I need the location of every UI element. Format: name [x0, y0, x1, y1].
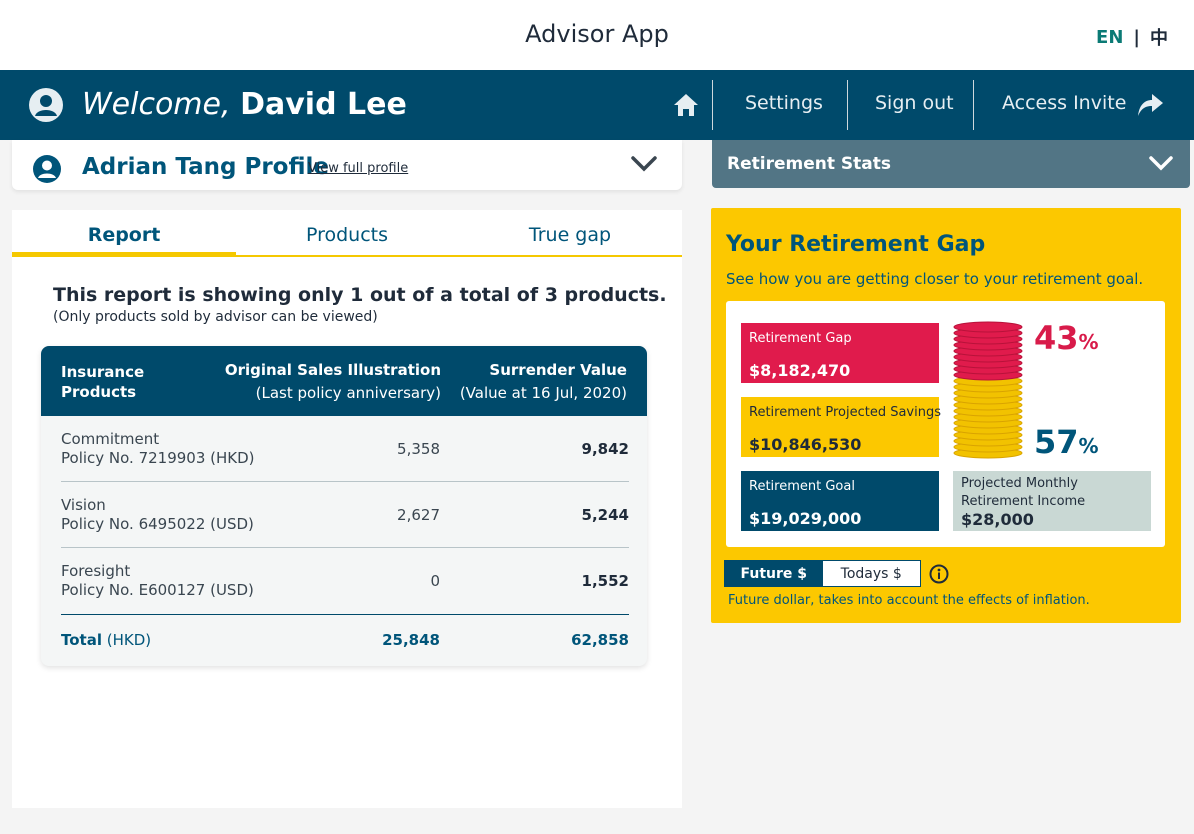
- monthly-income-value: $28,000: [961, 510, 1034, 529]
- profile-user-icon: [33, 155, 61, 183]
- welcome-prefix: Welcome,: [82, 87, 231, 122]
- user-name: David Lee: [240, 87, 407, 122]
- column-header-osi-sub: (Last policy anniversary): [255, 384, 441, 402]
- settings-link[interactable]: Settings: [745, 92, 823, 114]
- projected-savings-label: Retirement Projected Savings: [749, 405, 941, 420]
- percent-sign: %: [1078, 434, 1099, 458]
- table-row: Foresight Policy No. E600127 (USD) 0 1,5…: [61, 548, 629, 614]
- retirement-gap-card: Your Retirement Gap See how you are gett…: [711, 208, 1181, 623]
- percent-sign: %: [1078, 330, 1099, 354]
- lang-separator: |: [1133, 26, 1140, 48]
- policy-number: Policy No. 6495022 (USD): [61, 515, 254, 533]
- coin-stack-icon: [953, 321, 1023, 459]
- osi-value: 0: [430, 572, 440, 590]
- product-name: Foresight: [61, 562, 131, 580]
- total-currency: (HKD): [106, 631, 152, 649]
- osi-value: 5,358: [397, 440, 440, 458]
- nav-divider: [973, 80, 974, 130]
- welcome-message: Welcome, David Lee: [82, 87, 407, 122]
- view-full-profile-link[interactable]: View full profile: [308, 161, 408, 176]
- total-text: Total: [61, 631, 102, 649]
- toggle-todays-dollar[interactable]: Todays $: [823, 561, 921, 586]
- monthly-income-label: Projected Monthly Retirement Income: [961, 476, 1086, 509]
- retirement-gap-panel: Retirement Gap $8,182,470 Retirement Pro…: [726, 301, 1165, 547]
- app-title: Advisor App: [525, 20, 669, 48]
- language-switcher: EN | 中: [1096, 24, 1168, 50]
- retirement-gap-subtitle: See how you are getting closer to your r…: [726, 270, 1144, 288]
- report-card: Report Products True gap This report is …: [12, 210, 682, 808]
- tab-products[interactable]: Products: [235, 224, 459, 246]
- table-total-row: Total (HKD) 25,848 62,858: [61, 614, 629, 664]
- column-header-osi: Original Sales Illustration (Last policy…: [225, 360, 441, 403]
- toggle-future-dollar[interactable]: Future $: [725, 561, 823, 586]
- report-tabs: Report Products True gap: [12, 210, 682, 257]
- gap-coin: [953, 321, 1023, 333]
- column-header-sv-sub: (Value at 16 Jul, 2020): [459, 384, 627, 402]
- total-surrender-value: 62,858: [571, 631, 629, 649]
- table-row: Commitment Policy No. 7219903 (HKD) 5,35…: [61, 416, 629, 482]
- home-icon: [674, 94, 698, 116]
- report-message: This report is showing only 1 out of a t…: [53, 284, 667, 306]
- retirement-stats-header[interactable]: Retirement Stats: [712, 140, 1190, 188]
- savings-percentage: 57%: [1034, 423, 1099, 461]
- gap-percentage: 43%: [1034, 319, 1099, 357]
- products-table: Insurance Products Original Sales Illust…: [41, 346, 647, 666]
- nav-bar: Welcome, David Lee Settings Sign out Acc…: [0, 70, 1194, 140]
- monthly-income-box: Projected Monthly Retirement Income $28,…: [953, 471, 1151, 531]
- product-name: Commitment: [61, 430, 160, 448]
- retirement-gap-title: Your Retirement Gap: [726, 232, 986, 257]
- savings-percentage-value: 57: [1034, 423, 1079, 461]
- projected-savings-value: $10,846,530: [749, 435, 862, 454]
- column-header-osi-title: Original Sales Illustration: [224, 361, 441, 379]
- lang-zh-option[interactable]: 中: [1150, 24, 1168, 50]
- policy-number: Policy No. E600127 (USD): [61, 581, 254, 599]
- nav-divider: [712, 80, 713, 130]
- report-sub-message: (Only products sold by advisor can be vi…: [53, 309, 378, 325]
- retirement-stats-title: Retirement Stats: [727, 154, 891, 174]
- sign-out-link[interactable]: Sign out: [875, 92, 954, 114]
- retirement-gap-label: Retirement Gap: [749, 331, 852, 346]
- table-header: Insurance Products Original Sales Illust…: [41, 346, 647, 416]
- total-label: Total (HKD): [61, 631, 151, 649]
- table-row: Vision Policy No. 6495022 (USD) 2,627 5,…: [61, 482, 629, 548]
- projected-savings-box: Retirement Projected Savings $10,846,530: [741, 397, 941, 457]
- top-bar: Advisor App EN | 中: [0, 0, 1194, 70]
- total-osi-value: 25,848: [382, 631, 440, 649]
- policy-number: Policy No. 7219903 (HKD): [61, 449, 255, 467]
- home-button[interactable]: [660, 80, 712, 130]
- retirement-gap-box: Retirement Gap $8,182,470: [741, 323, 939, 383]
- surrender-value: 1,552: [581, 572, 629, 590]
- dollar-mode-toggle: Future $ Todays $: [724, 560, 921, 587]
- inflation-note: Future dollar, takes into account the ef…: [728, 593, 1090, 608]
- product-cell: Vision Policy No. 6495022 (USD): [61, 496, 254, 534]
- surrender-value: 9,842: [581, 440, 629, 458]
- gap-percentage-value: 43: [1034, 319, 1079, 357]
- share-arrow-icon[interactable]: [1136, 92, 1164, 118]
- retirement-gap-value: $8,182,470: [749, 361, 851, 380]
- column-header-products: Insurance Products: [61, 363, 145, 401]
- tab-true-gap[interactable]: True gap: [458, 224, 682, 246]
- retirement-goal-box: Retirement Goal $19,029,000: [741, 471, 939, 531]
- product-cell: Foresight Policy No. E600127 (USD): [61, 562, 254, 600]
- info-icon[interactable]: [929, 564, 949, 584]
- tab-report[interactable]: Report: [12, 224, 236, 246]
- lang-en-option[interactable]: EN: [1096, 27, 1123, 48]
- active-tab-indicator: [12, 252, 236, 257]
- client-profile-name: Adrian Tang Profile: [82, 154, 330, 180]
- osi-value: 2,627: [397, 506, 440, 524]
- column-header-sv: Surrender Value (Value at 16 Jul, 2020): [460, 360, 627, 403]
- chevron-down-icon[interactable]: [1148, 155, 1174, 173]
- column-header-sv-title: Surrender Value: [489, 361, 627, 379]
- retirement-goal-label: Retirement Goal: [749, 479, 855, 494]
- retirement-goal-value: $19,029,000: [749, 509, 862, 528]
- surrender-value: 5,244: [581, 506, 629, 524]
- nav-divider: [847, 80, 848, 130]
- client-profile-card: Adrian Tang Profile View full profile: [12, 140, 682, 190]
- user-avatar-icon: [29, 88, 63, 122]
- chevron-down-icon[interactable]: [630, 154, 658, 174]
- access-invite-link[interactable]: Access Invite: [1002, 92, 1126, 114]
- product-cell: Commitment Policy No. 7219903 (HKD): [61, 430, 255, 468]
- product-name: Vision: [61, 496, 106, 514]
